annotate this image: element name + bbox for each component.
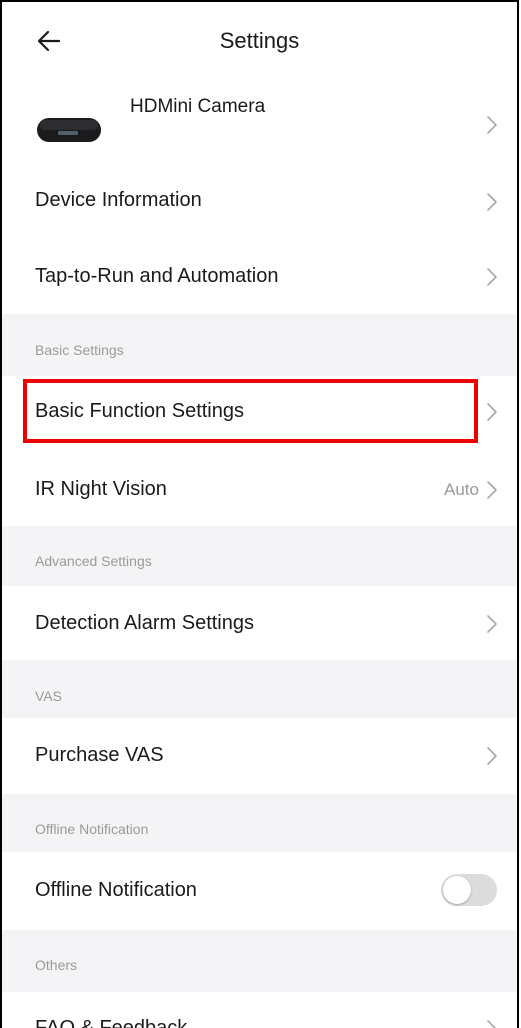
ir-night-vision-row[interactable]: IR Night Vision Auto [2,446,517,526]
settings-screen: Settings HDMini Camera Device Informatio… [0,0,519,1028]
chevron-right-icon [487,481,497,499]
section-label: Advanced Settings [35,553,152,569]
faq-feedback-row[interactable]: FAQ & Feedback [2,992,517,1028]
section-others: Others [2,930,517,992]
header-bar: Settings [2,2,517,82]
camera-icon [37,118,101,142]
section-label: VAS [35,688,62,704]
section-vas: VAS [2,660,517,718]
section-label: Others [35,957,78,973]
tap-to-run-label: Tap-to-Run and Automation [35,265,279,287]
device-information-row[interactable]: Device Information [2,166,517,240]
chevron-right-icon [487,747,497,765]
chevron-right-icon [487,116,497,134]
purchase-vas-row[interactable]: Purchase VAS [2,718,517,794]
chevron-right-icon [487,193,497,211]
faq-feedback-label: FAQ & Feedback [35,1017,188,1028]
ir-night-vision-label: IR Night Vision [35,478,167,500]
tap-to-run-row[interactable]: Tap-to-Run and Automation [2,240,517,314]
section-basic-settings: Basic Settings [2,314,517,376]
chevron-right-icon [487,1020,497,1028]
purchase-vas-label: Purchase VAS [35,744,164,766]
ir-night-vision-value: Auto [444,480,479,499]
section-label: Offline Notification [35,821,149,837]
chevron-right-icon [487,268,497,286]
device-row[interactable]: HDMini Camera [2,82,517,166]
section-label: Basic Settings [35,342,124,358]
device-name: HDMini Camera [130,96,266,117]
section-advanced-settings: Advanced Settings [2,526,517,586]
offline-notification-row: Offline Notification [2,852,517,930]
detection-alarm-settings-label: Detection Alarm Settings [35,612,254,634]
section-offline-notification: Offline Notification [2,794,517,852]
device-information-label: Device Information [35,189,202,211]
basic-function-settings-row[interactable]: Basic Function Settings [2,376,517,446]
offline-notification-label: Offline Notification [35,879,197,901]
offline-notification-toggle[interactable] [441,874,497,906]
basic-function-settings-label: Basic Function Settings [35,400,244,422]
toggle-knob [443,876,471,904]
chevron-right-icon [487,403,497,421]
page-title: Settings [219,28,300,53]
chevron-right-icon [487,615,497,633]
detection-alarm-settings-row[interactable]: Detection Alarm Settings [2,586,517,660]
